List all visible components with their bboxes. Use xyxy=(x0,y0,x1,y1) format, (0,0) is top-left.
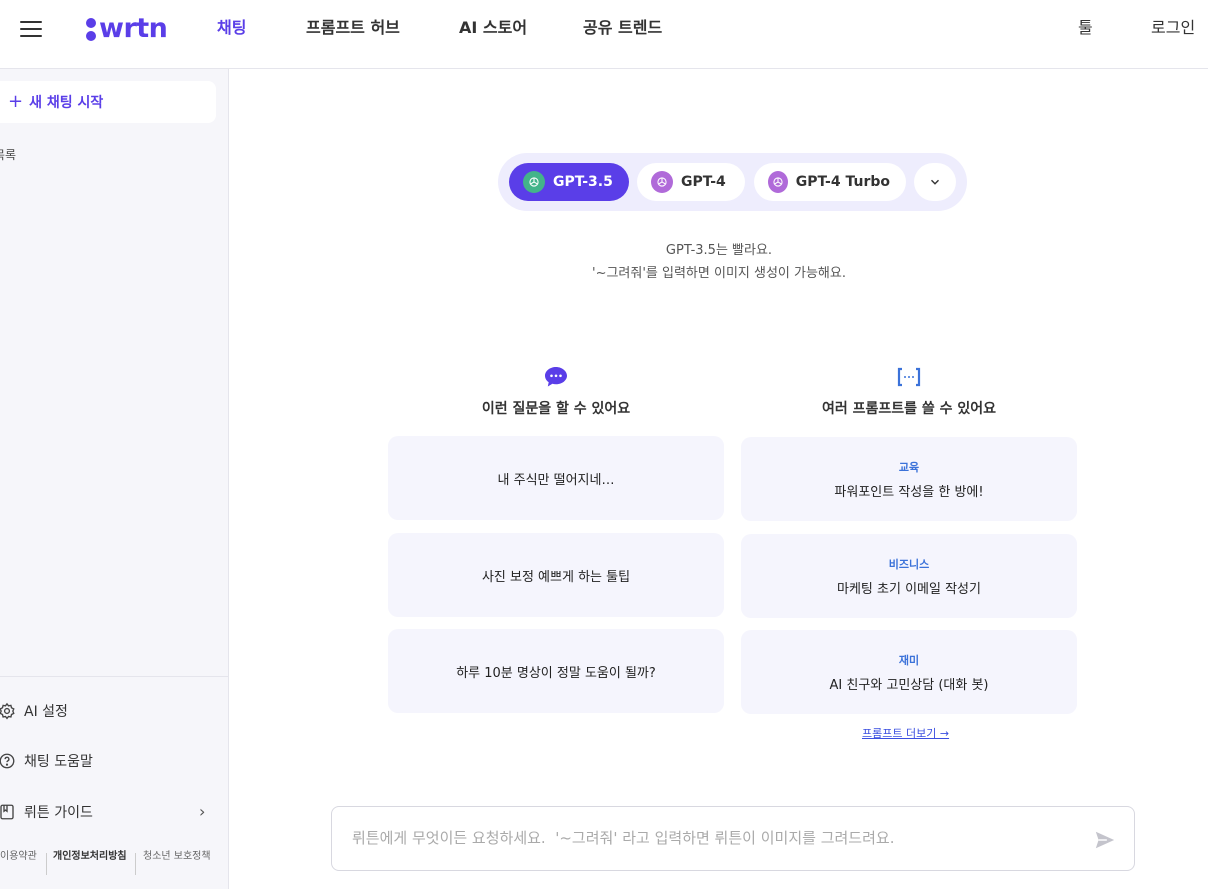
login-button[interactable]: 로그인 xyxy=(1151,18,1195,38)
chevron-down-icon xyxy=(931,179,939,185)
plus-icon: + xyxy=(8,91,24,112)
sidebar-item-chat-help[interactable]: 채팅 도움말 xyxy=(0,751,93,771)
chat-input-box xyxy=(331,806,1135,871)
question-card[interactable]: 내 주식만 떨어지네… xyxy=(388,436,724,520)
openai-icon xyxy=(651,171,673,193)
sidebar-item-wrtn-guide[interactable]: 뤼튼 가이드 xyxy=(0,802,93,822)
question-card[interactable]: 사진 보정 예쁘게 하는 툴팁 xyxy=(388,533,724,617)
model-selector: GPT-3.5 GPT-4 GPT-4 Turbo xyxy=(498,153,967,211)
prompt-text: 파워포인트 작성을 한 방에! xyxy=(834,484,984,500)
model-gpt-4-turbo[interactable]: GPT-4 Turbo xyxy=(754,163,906,201)
model-gpt-3-5[interactable]: GPT-3.5 xyxy=(509,163,629,201)
openai-icon xyxy=(523,171,545,193)
prompt-category: 비즈니스 xyxy=(888,557,930,571)
new-chat-label: 새 채팅 시작 xyxy=(29,95,104,111)
nav-ai-store[interactable]: AI 스토어 xyxy=(459,18,527,38)
model-label: GPT-3.5 xyxy=(553,174,613,190)
prompt-card[interactable]: 비즈니스 마케팅 초기 이메일 작성기 xyxy=(741,534,1077,618)
menu-icon[interactable] xyxy=(20,21,42,37)
privacy-link[interactable]: 개인정보처리방침 xyxy=(53,851,127,863)
sidebar-bottom xyxy=(0,676,229,677)
question-text: 하루 10분 명상이 정말 도움이 될까? xyxy=(456,665,656,681)
model-description-2: '~그려줘'를 입력하면 이미지 생성이 가능해요. xyxy=(592,266,846,281)
prompt-card[interactable]: 교육 파워포인트 작성을 한 방에! xyxy=(741,437,1077,521)
prompt-category: 교육 xyxy=(898,460,920,474)
logo-text: wrtn xyxy=(99,13,168,44)
chat-bubble-icon xyxy=(545,367,567,387)
nav-prompt-hub[interactable]: 프롬프트 허브 xyxy=(306,18,400,38)
model-label: GPT-4 xyxy=(681,174,726,190)
prompt-text: AI 친구와 고민상담 (대화 봇) xyxy=(829,677,989,693)
nav-shared-trends[interactable]: 공유 트렌드 xyxy=(583,18,662,38)
wrtn-logo[interactable]: wrtn xyxy=(86,13,168,44)
more-prompts-link[interactable]: 프롬프트 더보기 → xyxy=(862,725,949,741)
main-content: GPT-3.5 GPT-4 GPT-4 Turbo GPT-3.5는 빨라요. … xyxy=(230,70,1208,889)
prompt-brackets-icon xyxy=(897,367,921,387)
prompts-header: 여러 프롬프트를 쓸 수 있어요 xyxy=(741,366,1077,418)
prompts-title: 여러 프롬프트를 쓸 수 있어요 xyxy=(821,401,997,417)
sidebar-item-label: 채팅 도움말 xyxy=(24,754,93,770)
question-card[interactable]: 하루 10분 명상이 정말 도움이 될까? xyxy=(388,629,724,713)
gear-icon xyxy=(0,702,15,720)
top-header: wrtn 채팅 프롬프트 허브 AI 스토어 공유 트렌드 툴 로그인 xyxy=(0,0,1208,69)
sidebar-item-ai-settings[interactable]: AI 설정 xyxy=(0,701,68,721)
sidebar-item-label: 뤼튼 가이드 xyxy=(24,805,93,821)
nav-tools[interactable]: 툴 xyxy=(1078,18,1093,38)
help-circle-icon xyxy=(0,753,15,769)
questions-title: 이런 질문을 할 수 있어요 xyxy=(481,401,631,417)
chevron-right-icon[interactable]: › xyxy=(199,802,205,821)
sidebar: + 새 채팅 시작 목록 AI 설정 채팅 도움말 뤼튼 가이드 › 이용약관 … xyxy=(0,69,229,889)
sidebar-footer: 이용약관 개인정보처리방침 청소년 보호정책 xyxy=(0,851,229,881)
new-chat-button[interactable]: + 새 채팅 시작 xyxy=(0,81,216,123)
chat-list-label: 목록 xyxy=(0,148,17,162)
model-label: GPT-4 Turbo xyxy=(795,174,890,190)
prompt-category: 재미 xyxy=(898,653,920,667)
model-gpt-4[interactable]: GPT-4 xyxy=(637,163,745,201)
footer-divider xyxy=(135,853,136,875)
chat-input[interactable] xyxy=(352,823,1072,853)
youth-policy-link[interactable]: 청소년 보호정책 xyxy=(143,851,213,863)
nav-chat[interactable]: 채팅 xyxy=(217,18,246,38)
questions-header: 이런 질문을 할 수 있어요 xyxy=(388,366,724,418)
openai-icon xyxy=(768,171,788,193)
model-more-button[interactable] xyxy=(914,163,956,201)
question-text: 내 주식만 떨어지네… xyxy=(497,472,615,488)
prompt-text: 마케팅 초기 이메일 작성기 xyxy=(837,581,981,597)
book-icon xyxy=(0,804,14,820)
sidebar-item-label: AI 설정 xyxy=(24,704,68,720)
model-description-1: GPT-3.5는 빨라요. xyxy=(665,243,773,258)
terms-link[interactable]: 이용약관 xyxy=(0,851,40,863)
prompt-card[interactable]: 재미 AI 친구와 고민상담 (대화 봇) xyxy=(741,630,1077,714)
send-icon[interactable] xyxy=(1094,829,1116,851)
question-text: 사진 보정 예쁘게 하는 툴팁 xyxy=(481,569,631,585)
footer-divider xyxy=(46,853,47,875)
logo-mark xyxy=(86,16,96,42)
